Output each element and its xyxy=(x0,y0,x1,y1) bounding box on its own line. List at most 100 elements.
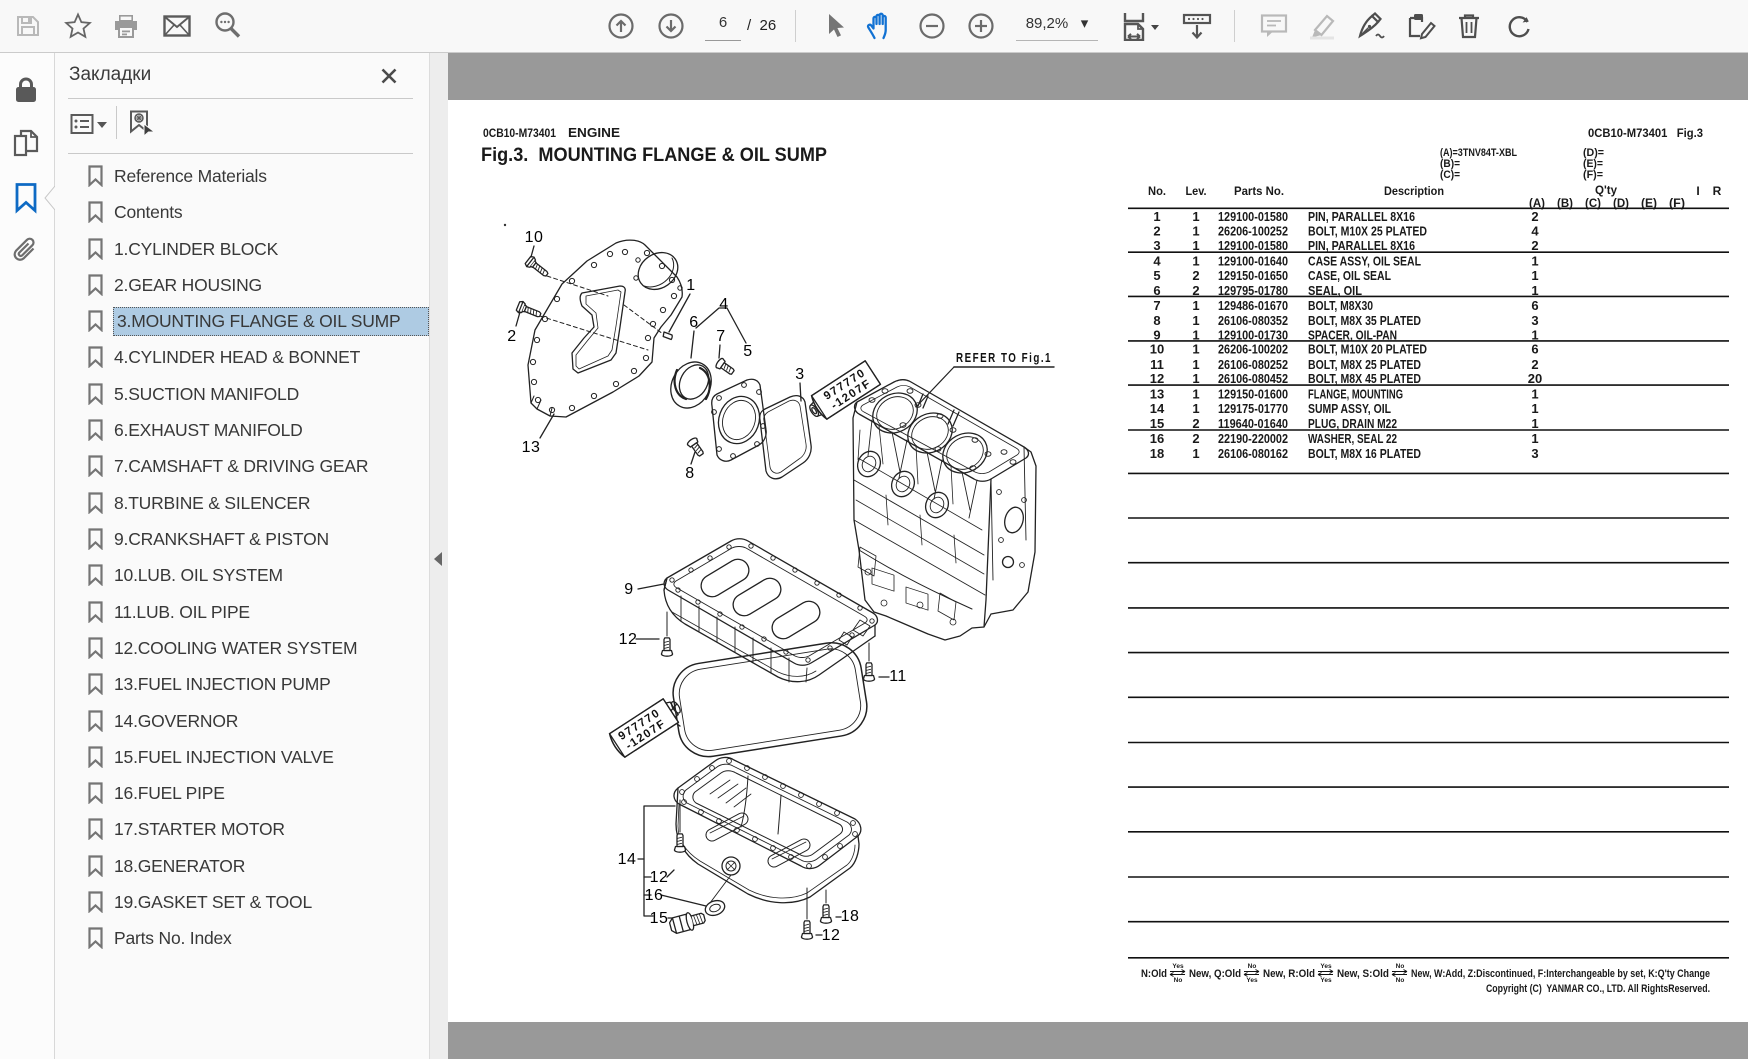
svg-text:1: 1 xyxy=(1192,446,1199,461)
svg-text:1: 1 xyxy=(1192,387,1199,402)
svg-text:0CB10-M73401 Fig.3: 0CB10-M73401 Fig.3 xyxy=(1588,126,1703,140)
svg-text:REFER TO Fig.1: REFER TO Fig.1 xyxy=(956,350,1052,365)
svg-text:1: 1 xyxy=(1531,253,1538,268)
svg-text:Description: Description xyxy=(1384,184,1444,198)
svg-text:2: 2 xyxy=(507,328,516,345)
svg-text:6: 6 xyxy=(1531,298,1538,313)
svg-text:16: 16 xyxy=(1150,431,1164,446)
svg-text:WASHER, SEAL 22: WASHER, SEAL 22 xyxy=(1308,431,1397,446)
svg-text:No: No xyxy=(1174,977,1183,984)
svg-text:1: 1 xyxy=(1531,416,1538,431)
svg-text:4: 4 xyxy=(719,296,728,313)
svg-text:11: 11 xyxy=(889,668,907,685)
svg-text:SPACER, OIL-PAN: SPACER, OIL-PAN xyxy=(1308,327,1397,342)
svg-text:5: 5 xyxy=(743,343,752,360)
svg-text:14: 14 xyxy=(1150,401,1165,416)
svg-text:1: 1 xyxy=(1192,357,1199,372)
svg-text:12: 12 xyxy=(619,631,638,648)
svg-text:Fig.3. MOUNTING FLANGE & OIL: Fig.3. MOUNTING FLANGE & OIL SUMP xyxy=(481,145,827,166)
svg-text:4: 4 xyxy=(1153,253,1161,268)
svg-text:New, W:Add, Z:Discontinued, F:: New, W:Add, Z:Discontinued, F:Interchang… xyxy=(1411,968,1710,980)
svg-text:No: No xyxy=(1396,977,1405,984)
svg-text:1: 1 xyxy=(1192,253,1199,268)
svg-text:Yes: Yes xyxy=(1320,977,1332,984)
svg-text:9: 9 xyxy=(1153,327,1160,342)
svg-text:1: 1 xyxy=(1192,313,1199,328)
svg-text:1: 1 xyxy=(1192,401,1199,416)
svg-text:18: 18 xyxy=(841,908,860,925)
svg-text:12: 12 xyxy=(650,869,669,886)
svg-text:FLANGE, MOUNTING: FLANGE, MOUNTING xyxy=(1308,387,1403,402)
svg-text:2: 2 xyxy=(1192,431,1199,446)
svg-text:8: 8 xyxy=(685,465,694,482)
svg-text:1: 1 xyxy=(1192,298,1199,313)
svg-text:0CB10-M73401: 0CB10-M73401 xyxy=(483,126,556,140)
svg-text:3: 3 xyxy=(1153,238,1160,253)
svg-text:26106-080252: 26106-080252 xyxy=(1218,357,1288,372)
svg-text:2: 2 xyxy=(1531,209,1538,224)
svg-text:15: 15 xyxy=(1150,416,1164,431)
svg-text:I: I xyxy=(1696,184,1699,198)
svg-text:7: 7 xyxy=(1153,298,1160,313)
svg-text:14: 14 xyxy=(618,851,637,868)
svg-text:6: 6 xyxy=(1531,342,1538,357)
svg-text:10: 10 xyxy=(1150,342,1164,357)
svg-text:26206-100202: 26206-100202 xyxy=(1218,342,1288,357)
svg-text:119640-01640: 119640-01640 xyxy=(1218,416,1288,431)
svg-text:13: 13 xyxy=(1150,387,1164,402)
svg-text:ENGINE: ENGINE xyxy=(568,125,620,140)
svg-text:1: 1 xyxy=(1192,238,1199,253)
svg-text:No.: No. xyxy=(1148,184,1166,198)
svg-text:20: 20 xyxy=(1528,371,1542,386)
svg-text:15: 15 xyxy=(650,910,669,927)
svg-text:9: 9 xyxy=(624,581,633,598)
svg-text:26106-080452: 26106-080452 xyxy=(1218,371,1288,386)
svg-text:26106-080162: 26106-080162 xyxy=(1218,446,1288,461)
svg-text:1: 1 xyxy=(1531,431,1538,446)
svg-text:129486-01670: 129486-01670 xyxy=(1218,298,1288,313)
svg-text:8: 8 xyxy=(1153,313,1160,328)
svg-text:2: 2 xyxy=(1531,238,1538,253)
svg-text:(C)=: (C)= xyxy=(1440,169,1460,181)
svg-text:2: 2 xyxy=(1531,357,1538,372)
svg-text:BOLT, M8X 16 PLATED: BOLT, M8X 16 PLATED xyxy=(1308,446,1421,461)
svg-text:Copyright (C) YANMAR CO., LTD: Copyright (C) YANMAR CO., LTD. All Right… xyxy=(1486,983,1710,995)
svg-text:Yes: Yes xyxy=(1172,963,1184,970)
svg-text:1: 1 xyxy=(1192,327,1199,342)
svg-text:129100-01730: 129100-01730 xyxy=(1218,327,1288,342)
svg-text:3: 3 xyxy=(795,366,804,383)
svg-text:1: 1 xyxy=(1531,268,1538,283)
svg-text:BOLT, M8X 35 PLATED: BOLT, M8X 35 PLATED xyxy=(1308,313,1421,328)
svg-text:R: R xyxy=(1713,184,1722,198)
svg-text:BOLT, M10X 20 PLATED: BOLT, M10X 20 PLATED xyxy=(1308,342,1427,357)
svg-text:129100-01580: 129100-01580 xyxy=(1218,209,1288,224)
svg-text:1: 1 xyxy=(1192,224,1199,239)
svg-text:No: No xyxy=(1396,963,1405,970)
svg-text:1: 1 xyxy=(1153,209,1160,224)
svg-text:No: No xyxy=(1248,963,1257,970)
svg-text:7: 7 xyxy=(716,328,725,345)
svg-text:Lev.: Lev. xyxy=(1186,184,1207,198)
svg-text:BOLT, M8X 45 PLATED: BOLT, M8X 45 PLATED xyxy=(1308,371,1421,386)
svg-text:16: 16 xyxy=(645,887,664,904)
svg-text:26206-100252: 26206-100252 xyxy=(1218,224,1288,239)
svg-text:PIN, PARALLEL 8X16: PIN, PARALLEL 8X16 xyxy=(1308,209,1415,224)
svg-text:3: 3 xyxy=(1531,313,1538,328)
svg-text:1: 1 xyxy=(1531,327,1538,342)
svg-text:New, S:Old: New, S:Old xyxy=(1337,968,1389,980)
svg-text:2: 2 xyxy=(1192,416,1199,431)
svg-text:11: 11 xyxy=(1150,357,1164,372)
svg-text:CASE, OIL SEAL: CASE, OIL SEAL xyxy=(1308,268,1391,283)
svg-text:4: 4 xyxy=(1531,224,1539,239)
svg-text:12: 12 xyxy=(1150,371,1164,386)
svg-text:Yes: Yes xyxy=(1320,963,1332,970)
svg-text:New, Q:Old: New, Q:Old xyxy=(1189,968,1241,980)
svg-text:1: 1 xyxy=(686,277,695,294)
svg-text:PIN, PARALLEL 8X16: PIN, PARALLEL 8X16 xyxy=(1308,238,1415,253)
svg-text:12: 12 xyxy=(822,927,841,944)
svg-text:1: 1 xyxy=(1531,387,1538,402)
svg-text:PLUG, DRAIN M22: PLUG, DRAIN M22 xyxy=(1308,416,1397,431)
svg-text:5: 5 xyxy=(1153,268,1160,283)
svg-text:1: 1 xyxy=(1192,342,1199,357)
svg-text:129150-01600: 129150-01600 xyxy=(1218,387,1288,402)
